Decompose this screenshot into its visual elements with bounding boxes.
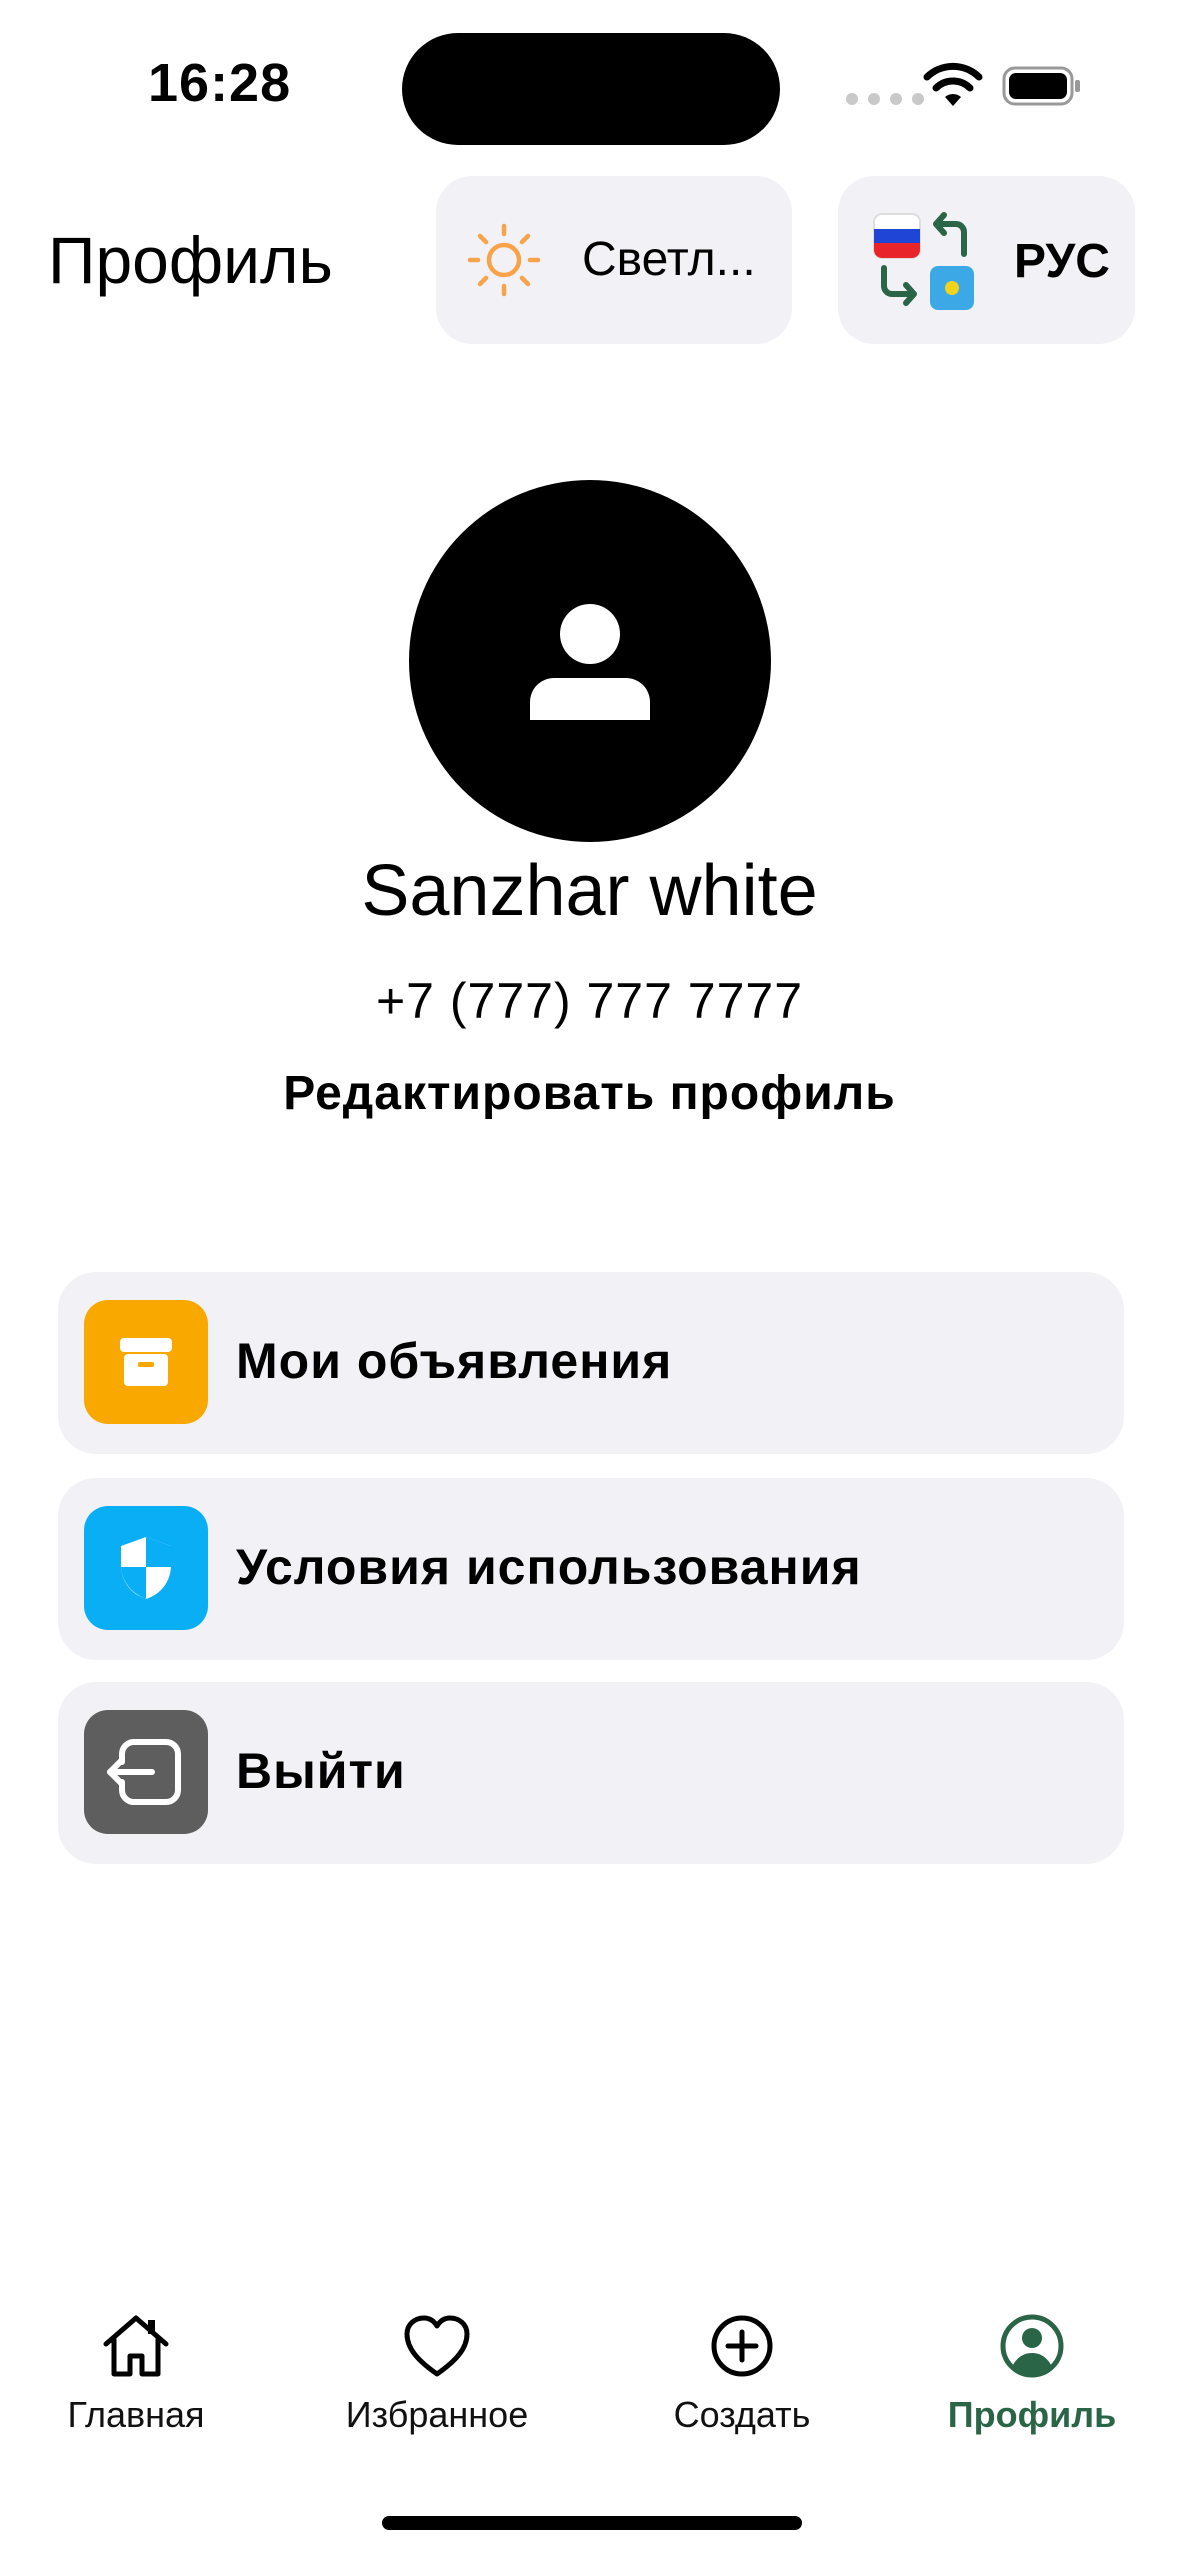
home-icon [103, 2315, 169, 2377]
theme-label: Светл... [582, 233, 756, 286]
home-indicator[interactable] [382, 2516, 802, 2530]
cellular-signal-icon [846, 93, 924, 105]
status-time: 16:28 [148, 53, 292, 113]
menu-item-label: Мои объявления [236, 1333, 673, 1389]
tab-profile[interactable]: Профиль [902, 2310, 1162, 2436]
language-label: РУС [1014, 235, 1110, 288]
wifi-icon [923, 62, 983, 106]
page-title: Профиль [48, 223, 333, 297]
shield-icon [84, 1506, 208, 1630]
menu-item-label: Выйти [236, 1743, 406, 1799]
edit-profile-button[interactable]: Редактировать профиль [0, 1066, 1179, 1121]
tab-favorites[interactable]: Избранное [307, 2310, 567, 2436]
avatar[interactable] [409, 480, 771, 842]
terms-of-use-button[interactable]: Условия использования [58, 1478, 1124, 1660]
language-switch-button[interactable]: РУС [838, 176, 1135, 344]
dynamic-island [402, 33, 780, 145]
person-icon [530, 604, 650, 720]
tab-label: Профиль [947, 2394, 1117, 2435]
profile-icon [1000, 2314, 1064, 2378]
sun-icon [467, 223, 541, 297]
logout-button[interactable]: Выйти [58, 1682, 1124, 1864]
user-phone: +7 (777) 777 7777 [375, 973, 804, 1029]
tab-label: Избранное [345, 2394, 529, 2435]
logout-icon [84, 1710, 208, 1834]
my-ads-button[interactable]: Мои объявления [58, 1272, 1124, 1454]
heart-icon [404, 2315, 470, 2377]
plus-circle-icon [711, 2315, 773, 2377]
user-name: Sanzhar white [361, 851, 818, 931]
theme-toggle-button[interactable]: Светл... [436, 176, 792, 344]
tab-label: Создать [673, 2394, 811, 2435]
archive-icon [84, 1300, 208, 1424]
tab-create[interactable]: Создать [612, 2310, 872, 2436]
battery-icon [1002, 66, 1080, 106]
tab-label: Главная [67, 2394, 205, 2435]
menu-item-label: Условия использования [236, 1539, 862, 1595]
language-flags-icon [873, 212, 974, 310]
tab-home[interactable]: Главная [6, 2310, 266, 2436]
